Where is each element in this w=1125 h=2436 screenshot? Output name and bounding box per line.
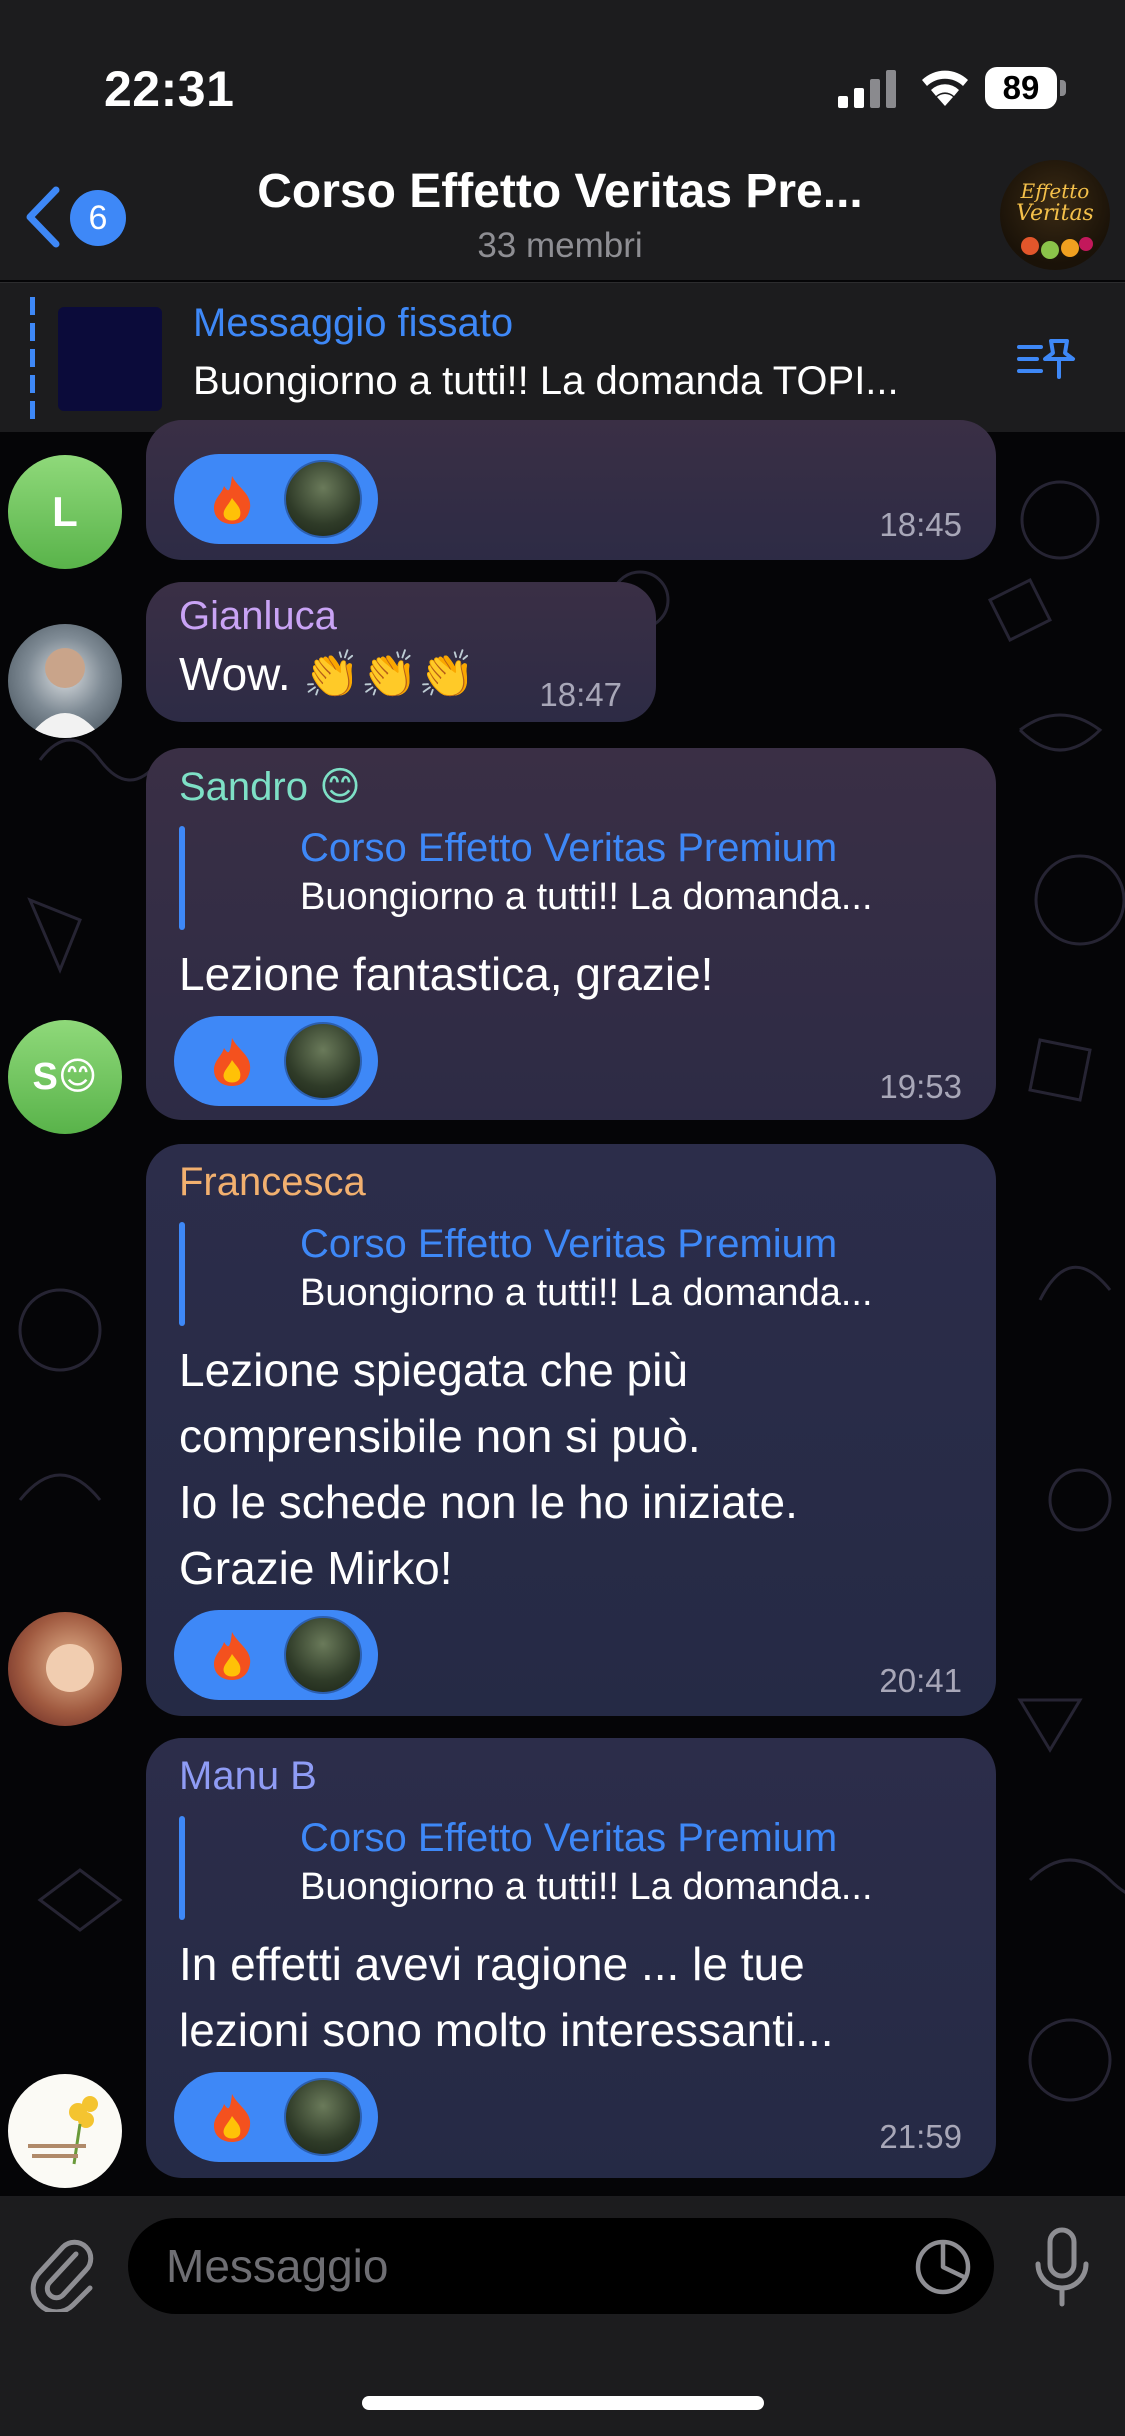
pinned-label: Messaggio fissato bbox=[193, 301, 514, 345]
message-time: 18:45 bbox=[879, 506, 962, 543]
reaction-chip[interactable] bbox=[174, 1016, 378, 1106]
reply-author: Corso Effetto Veritas Premium bbox=[300, 826, 838, 870]
message-bubble[interactable]: Sandro 😊 Corso Effetto Veritas Premium B… bbox=[146, 748, 996, 1120]
home-indicator[interactable] bbox=[362, 2396, 764, 2410]
pinned-text: Buongiorno a tutti!! La domanda TOPI... bbox=[193, 359, 899, 403]
reactor-avatar bbox=[284, 1616, 362, 1694]
sticker-icon[interactable] bbox=[914, 2238, 972, 2296]
wifi-icon bbox=[922, 70, 968, 106]
effetto-veritas-logo: Effetto Veritas bbox=[1016, 179, 1094, 259]
reaction-chip[interactable] bbox=[174, 454, 378, 544]
sender-name[interactable]: Sandro 😊 bbox=[179, 764, 361, 810]
message-field[interactable] bbox=[128, 2218, 994, 2314]
message-time: 19:53 bbox=[879, 1068, 962, 1105]
pinned-message-bar[interactable]: Messaggio fissato Buongiorno a tutti!! L… bbox=[0, 282, 1125, 432]
reactor-avatar bbox=[284, 460, 362, 538]
battery-level: 89 bbox=[985, 67, 1057, 109]
profile-photo bbox=[28, 2096, 98, 2165]
avatar[interactable]: L bbox=[8, 455, 122, 569]
fire-icon bbox=[214, 1632, 251, 1680]
reply-quote[interactable]: Corso Effetto Veritas Premium Buongiorno… bbox=[179, 1222, 969, 1326]
message-text-line: Io le schede non le ho iniziate. bbox=[179, 1476, 798, 1528]
reply-text: Buongiorno a tutti!! La domanda... bbox=[300, 876, 873, 918]
microphone-icon[interactable] bbox=[1030, 2226, 1094, 2310]
group-avatar[interactable]: Effetto Veritas bbox=[1000, 160, 1110, 270]
reply-author: Corso Effetto Veritas Premium bbox=[300, 1222, 838, 1266]
sender-name[interactable]: Gianluca bbox=[179, 594, 337, 639]
message-bubble[interactable]: Gianluca Wow. 👏👏👏 18:47 bbox=[146, 582, 656, 722]
fire-icon bbox=[214, 476, 251, 524]
message-bubble[interactable]: Manu B Corso Effetto Veritas Premium Buo… bbox=[146, 1738, 996, 2178]
reactor-avatar bbox=[284, 1022, 362, 1100]
back-button[interactable]: 6 bbox=[22, 182, 132, 252]
chat-title[interactable]: Corso Effetto Veritas Pre... bbox=[180, 164, 940, 219]
pinned-list-icon[interactable] bbox=[1015, 333, 1079, 385]
message-bubble[interactable]: 18:45 bbox=[146, 420, 996, 560]
battery-icon: 89 bbox=[985, 67, 1067, 109]
chat-header: 6 Corso Effetto Veritas Pre... 33 membri… bbox=[0, 150, 1125, 280]
message-text-line: Lezione spiegata che più bbox=[179, 1344, 688, 1396]
avatar[interactable] bbox=[8, 1612, 122, 1726]
pinned-indicator bbox=[30, 297, 35, 419]
reaction-chip[interactable] bbox=[174, 2072, 378, 2162]
sender-name[interactable]: Francesca bbox=[179, 1160, 366, 1205]
status-bar: 22:31 89 bbox=[0, 0, 1125, 150]
message-text-line: In effetti avevi ragione ... le tue bbox=[179, 1938, 805, 1990]
reply-quote[interactable]: Corso Effetto Veritas Premium Buongiorno… bbox=[179, 1816, 969, 1920]
message-input[interactable] bbox=[166, 2218, 866, 2314]
svg-text:Effetto: Effetto bbox=[1020, 179, 1090, 203]
pinned-thumbnail bbox=[58, 307, 162, 411]
profile-photo bbox=[28, 648, 102, 738]
message-text-line: comprensibile non si può. bbox=[179, 1410, 701, 1462]
reply-text: Buongiorno a tutti!! La domanda... bbox=[300, 1272, 873, 1314]
reactor-avatar bbox=[284, 2078, 362, 2156]
message-text-line: lezioni sono molto interessanti... bbox=[179, 2004, 834, 2056]
svg-text:Veritas: Veritas bbox=[1016, 201, 1094, 226]
message-bubble[interactable]: Francesca Corso Effetto Veritas Premium … bbox=[146, 1144, 996, 1716]
avatar[interactable] bbox=[8, 624, 122, 738]
member-count: 33 membri bbox=[477, 226, 643, 265]
profile-photo bbox=[46, 1644, 94, 1692]
message-text-line: Grazie Mirko! bbox=[179, 1542, 453, 1594]
message-time: 18:47 bbox=[539, 676, 622, 713]
reaction-chip[interactable] bbox=[174, 1610, 378, 1700]
status-time: 22:31 bbox=[104, 61, 235, 117]
message-text: Lezione fantastica, grazie! bbox=[179, 948, 714, 1000]
paperclip-icon[interactable] bbox=[30, 2232, 98, 2312]
avatar[interactable]: S😊 bbox=[8, 1020, 122, 1134]
reply-text: Buongiorno a tutti!! La domanda... bbox=[300, 1866, 873, 1908]
reply-author: Corso Effetto Veritas Premium bbox=[300, 1816, 838, 1860]
sender-name[interactable]: Manu B bbox=[179, 1754, 317, 1799]
message-time: 20:41 bbox=[879, 1662, 962, 1699]
message-text: Wow. 👏👏👏 bbox=[179, 648, 476, 700]
reply-quote[interactable]: Corso Effetto Veritas Premium Buongiorno… bbox=[179, 826, 969, 930]
message-time: 21:59 bbox=[879, 2118, 962, 2155]
fire-icon bbox=[214, 2094, 251, 2142]
fire-icon bbox=[214, 1038, 251, 1086]
cellular-signal-icon bbox=[838, 70, 896, 108]
avatar[interactable] bbox=[8, 2074, 122, 2188]
unread-badge: 6 bbox=[70, 190, 126, 246]
chevron-left-icon bbox=[26, 186, 60, 248]
